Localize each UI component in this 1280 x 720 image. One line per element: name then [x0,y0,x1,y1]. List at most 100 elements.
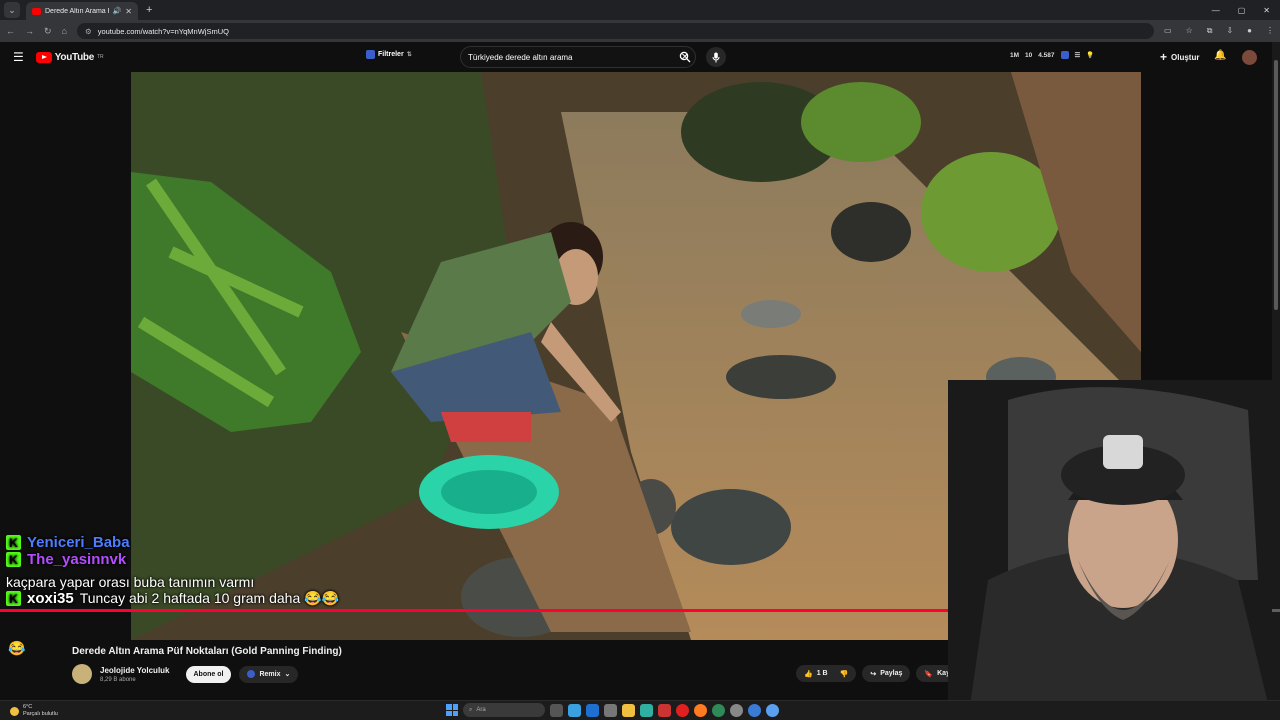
voice-search-button[interactable] [706,47,726,67]
search-icon: ⌕ [469,706,473,713]
app-icon[interactable] [766,703,779,717]
bookmark-star-icon[interactable]: ☆ [1186,26,1193,36]
reload-icon[interactable]: ↻ [44,26,52,37]
close-window-icon[interactable]: ✕ [1263,6,1270,15]
video-title: Derede Altın Arama Püf Noktaları (Gold P… [72,646,342,657]
menu-icon[interactable]: ☰ [13,50,24,64]
extension-stats: 1M 10 4.587 ☰ 💡 [1010,51,1094,59]
channel-avatar[interactable] [72,664,92,684]
thumbs-down-icon[interactable]: 👎 [840,670,849,678]
video-actions: 👍 1 B 👎 ↪ Paylaş 🔖 Kaydet [796,665,969,682]
remix-label: Remix [259,670,281,678]
browser-menu-icon[interactable]: ⋮ [1266,26,1274,36]
kick-badge-icon: K [6,552,21,567]
chat-message: K Yeniceri_Baba [6,534,436,551]
folder-icon[interactable] [622,703,635,717]
firefox-icon[interactable] [694,703,707,717]
app-icon[interactable] [748,703,761,717]
chat-username: xoxi35 [27,590,74,607]
store-icon[interactable] [604,703,617,717]
app-icon[interactable] [658,703,671,717]
home-icon[interactable]: ⌂ [62,26,67,36]
extensions-icon[interactable]: ⧉ [1207,26,1213,36]
notifications-bell-icon[interactable]: 🔔 [1214,50,1226,61]
channel-info: Jeolojide Yolculuk 8,29 B abone [100,666,170,683]
video-info: Derede Altın Arama Püf Noktaları (Gold P… [72,646,342,657]
create-label: Oluştur [1171,52,1200,62]
webcam-image [948,380,1272,720]
minimize-icon[interactable]: — [1212,6,1220,15]
search-icon [679,51,691,63]
chat-username: The_yasinnvk [27,551,127,568]
logo-country: TR [96,54,104,60]
url-text: youtube.com/watch?v=nYqMnWjSmUQ [97,26,229,36]
chat-text: Tuncay abi 2 haftada 10 gram daha 😂😂 [79,590,339,606]
create-button[interactable]: + Oluştur [1160,50,1199,64]
microphone-icon [712,52,720,62]
chat-message: K xoxi35 Tuncay abi 2 haftada 10 gram da… [6,590,436,607]
subscribe-button[interactable]: Abone ol [185,665,232,683]
account-avatar[interactable] [1242,50,1257,65]
opera-icon[interactable] [676,703,689,717]
back-icon[interactable]: ← [6,26,15,36]
maximize-icon[interactable]: ▢ [1238,6,1246,15]
downloads-icon[interactable]: ⇩ [1226,26,1233,36]
stat-videos: 10 [1025,51,1033,59]
plus-icon: + [1160,50,1168,64]
tab-menu-icon[interactable]: ⌄ [4,2,20,18]
weather-text: Parçalı bulutlu [23,711,58,717]
weather-icon [10,706,19,716]
share-icon: ↪ [870,670,877,678]
address-bar-row: ← → ↻ ⌂ ⚙ youtube.com/watch?v=nYqMnWjSmU… [0,20,1280,42]
kick-badge-icon: K [6,535,21,550]
new-tab-icon[interactable]: + [146,4,152,16]
edge-icon[interactable] [640,703,653,717]
chat-message: K The_yasinnvk kaçpara yapar orası buba … [6,551,436,590]
weather-widget[interactable]: 6°C Parçalı bulutlu [10,704,58,718]
browser-actions: ▭ ☆ ⧉ ⇩ ● ⋮ [1164,26,1274,36]
emoji-icon: 😂 [8,640,26,656]
search-input[interactable]: Türkiyede derede altın arama [468,53,675,62]
chevron-down-icon: ⌄ [284,671,291,678]
search-box[interactable]: Türkiyede derede altın arama ✕ [460,46,696,68]
speaker-icon: 🔊 [112,8,122,15]
extension-icon[interactable] [1060,51,1069,59]
cast-icon[interactable]: ▭ [1164,26,1172,36]
app-icon[interactable] [568,703,581,717]
like-button[interactable]: 👍 1 B 👎 [796,665,857,682]
lightbulb-icon[interactable]: 💡 [1086,51,1094,59]
browser-tab[interactable]: Derede Altın Arama Püf No 🔊 ✕ [26,2,138,20]
filters-sliders-icon: ⇅ [406,52,412,58]
filters-label: Filtreler [378,51,404,58]
task-view-icon[interactable] [550,703,563,717]
profile-icon[interactable]: ● [1247,26,1252,36]
forward-icon[interactable]: → [25,26,34,36]
url-field[interactable]: ⚙ youtube.com/watch?v=nYqMnWjSmUQ [76,23,1154,39]
scrollbar-thumb[interactable] [1274,60,1278,310]
list-icon[interactable]: ☰ [1075,51,1081,59]
streamer-webcam [948,380,1272,720]
share-label: Paylaş [880,670,903,677]
tab-close-icon[interactable]: ✕ [125,7,132,16]
remix-button[interactable]: Remix ⌄ [239,665,299,683]
windows-start-icon[interactable] [446,704,458,716]
thumbs-up-icon: 👍 [804,670,813,678]
share-button[interactable]: ↪ Paylaş [862,665,911,682]
outlook-icon[interactable] [586,703,599,717]
channel-row: Jeolojide Yolculuk 8,29 B abone Abone ol… [72,664,299,684]
bookmark-icon: 🔖 [924,670,934,678]
youtube-play-icon [35,51,52,63]
channel-name[interactable]: Jeolojide Yolculuk [100,666,170,675]
filters-button[interactable]: Filtreler ⇅ [366,50,412,59]
chrome-icon[interactable] [712,703,725,717]
youtube-logo[interactable]: YouTube TR [35,51,104,63]
tab-title: Derede Altın Arama Püf No [45,7,109,15]
search-button[interactable] [674,46,696,68]
page-scrollbar[interactable] [1272,42,1280,700]
chat-text: kaçpara yapar orası buba tanımın varmı [6,574,255,590]
taskbar-search[interactable]: ⌕ Ara [463,703,545,717]
settings-icon[interactable] [730,703,743,717]
remix-icon [247,670,256,678]
progress-fill [0,609,973,612]
site-info-icon[interactable]: ⚙ [85,27,92,36]
